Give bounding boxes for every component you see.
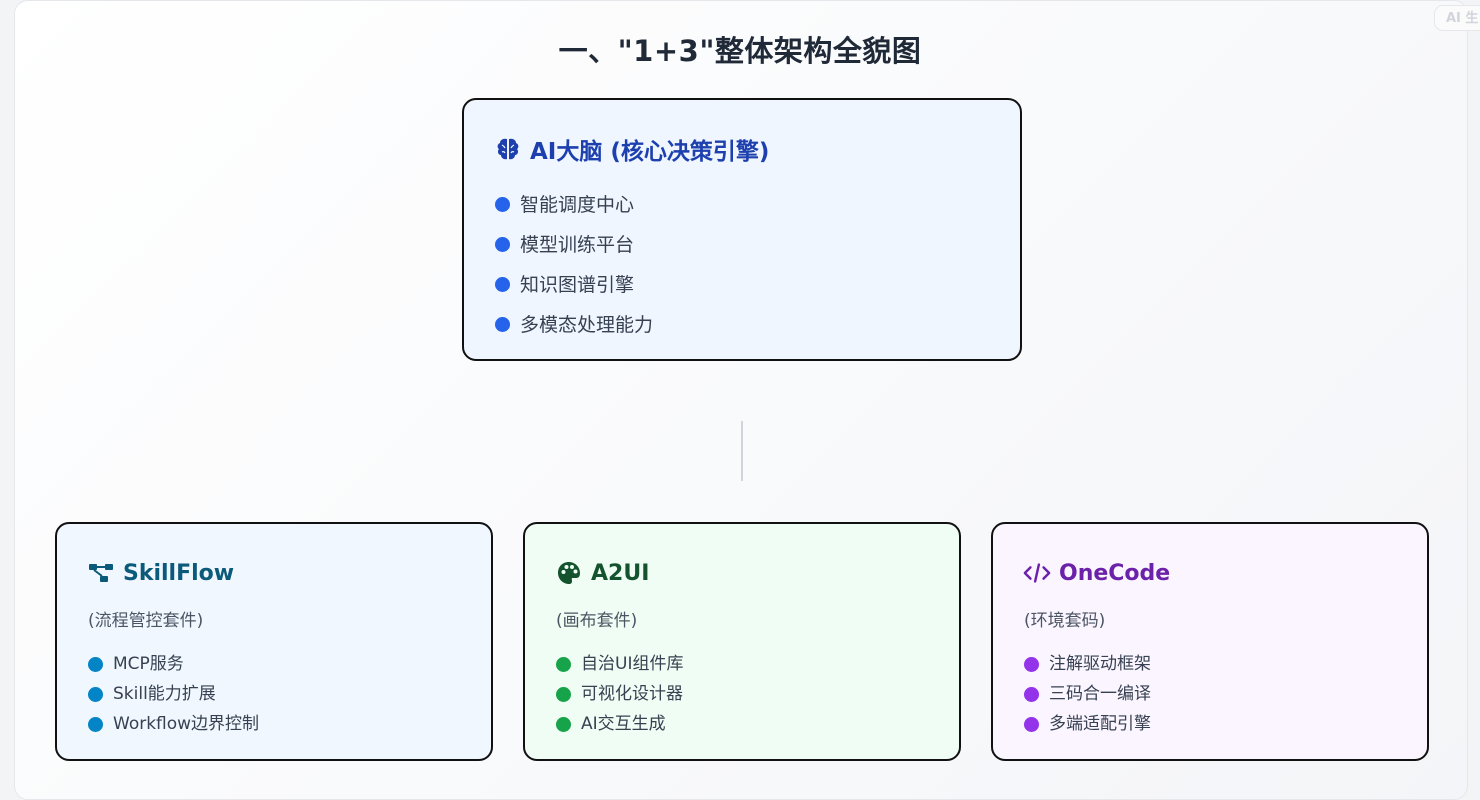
bullet-dot bbox=[556, 657, 571, 672]
bullet-dot bbox=[88, 687, 103, 702]
a2ui-subtitle: (画布套件) bbox=[556, 611, 638, 631]
bullet-dot bbox=[1024, 687, 1039, 702]
a2ui-title-text: A2UI bbox=[591, 560, 650, 586]
list-item-label: Workflow边界控制 bbox=[113, 713, 260, 734]
a2ui-feature-list: 自治UI组件库 可视化设计器 AI交互生成 bbox=[556, 646, 683, 736]
onecode-card-title: OneCode bbox=[1023, 560, 1170, 586]
bullet-dot bbox=[1024, 657, 1039, 672]
ai-brain-card: AI大脑 (核心决策引擎) 智能调度中心 模型训练平台 知识图谱引擎 多模态处理… bbox=[462, 98, 1022, 361]
bullet-dot bbox=[556, 717, 571, 732]
list-item: 注解驱动框架 bbox=[1024, 646, 1151, 676]
ai-brain-title-text: AI大脑 (核心决策引擎) bbox=[530, 139, 770, 165]
bullet-dot bbox=[556, 687, 571, 702]
flow-diagram-icon bbox=[87, 560, 115, 586]
bullet-dot bbox=[88, 717, 103, 732]
skillflow-title-text: SkillFlow bbox=[123, 560, 235, 586]
list-item-label: 注解驱动框架 bbox=[1049, 653, 1151, 674]
list-item-label: 多模态处理能力 bbox=[520, 313, 654, 336]
onecode-card: OneCode (环境套码) 注解驱动框架 三码合一编译 多端适配引擎 bbox=[991, 522, 1429, 761]
list-item-label: 自治UI组件库 bbox=[581, 653, 684, 674]
list-item-label: 知识图谱引擎 bbox=[520, 273, 635, 296]
list-item: 模型训练平台 bbox=[495, 223, 653, 263]
skillflow-subtitle: (流程管控套件) bbox=[88, 611, 204, 631]
onecode-feature-list: 注解驱动框架 三码合一编译 多端适配引擎 bbox=[1024, 646, 1151, 736]
ai-brain-feature-list: 智能调度中心 模型训练平台 知识图谱引擎 多模态处理能力 bbox=[495, 183, 653, 343]
list-item-label: 三码合一编译 bbox=[1049, 683, 1151, 704]
a2ui-card: A2UI (画布套件) 自治UI组件库 可视化设计器 AI交互生成 bbox=[523, 522, 961, 761]
list-item: 多模态处理能力 bbox=[495, 303, 653, 343]
list-item: Skill能力扩展 bbox=[88, 676, 259, 706]
page-title: 一、"1+3"整体架构全貌图 bbox=[558, 34, 922, 68]
onecode-title-text: OneCode bbox=[1059, 560, 1171, 586]
code-icon bbox=[1023, 560, 1051, 586]
list-item: 自治UI组件库 bbox=[556, 646, 683, 676]
skillflow-card-title: SkillFlow bbox=[87, 560, 234, 586]
list-item: Workflow边界控制 bbox=[88, 706, 259, 736]
bullet-dot bbox=[495, 236, 510, 252]
list-item: 知识图谱引擎 bbox=[495, 263, 653, 303]
bullet-dot bbox=[1024, 717, 1039, 732]
list-item-label: MCP服务 bbox=[113, 653, 184, 674]
brain-icon bbox=[494, 136, 522, 162]
list-item-label: 智能调度中心 bbox=[520, 193, 635, 216]
a2ui-card-title: A2UI bbox=[555, 560, 649, 586]
bullet-dot bbox=[495, 316, 510, 332]
list-item-label: 可视化设计器 bbox=[581, 683, 683, 704]
list-item-label: 多端适配引擎 bbox=[1049, 713, 1151, 734]
list-item: AI交互生成 bbox=[556, 706, 683, 736]
list-item-label: Skill能力扩展 bbox=[113, 683, 216, 704]
list-item-label: AI交互生成 bbox=[581, 713, 666, 734]
connector-line bbox=[741, 421, 743, 481]
ai-brain-card-title: AI大脑 (核心决策引擎) bbox=[494, 132, 769, 166]
palette-icon bbox=[555, 560, 583, 586]
list-item: 三码合一编译 bbox=[1024, 676, 1151, 706]
skillflow-feature-list: MCP服务 Skill能力扩展 Workflow边界控制 bbox=[88, 646, 259, 736]
list-item: 智能调度中心 bbox=[495, 183, 653, 223]
list-item: 可视化设计器 bbox=[556, 676, 683, 706]
bullet-dot bbox=[88, 657, 103, 672]
bullet-dot bbox=[495, 196, 510, 212]
list-item: 多端适配引擎 bbox=[1024, 706, 1151, 736]
bullet-dot bbox=[495, 276, 510, 292]
onecode-subtitle: (环境套码) bbox=[1024, 611, 1106, 631]
list-item: MCP服务 bbox=[88, 646, 259, 676]
skillflow-card: SkillFlow (流程管控套件) MCP服务 Skill能力扩展 Workf… bbox=[55, 522, 493, 761]
list-item-label: 模型训练平台 bbox=[520, 233, 635, 256]
